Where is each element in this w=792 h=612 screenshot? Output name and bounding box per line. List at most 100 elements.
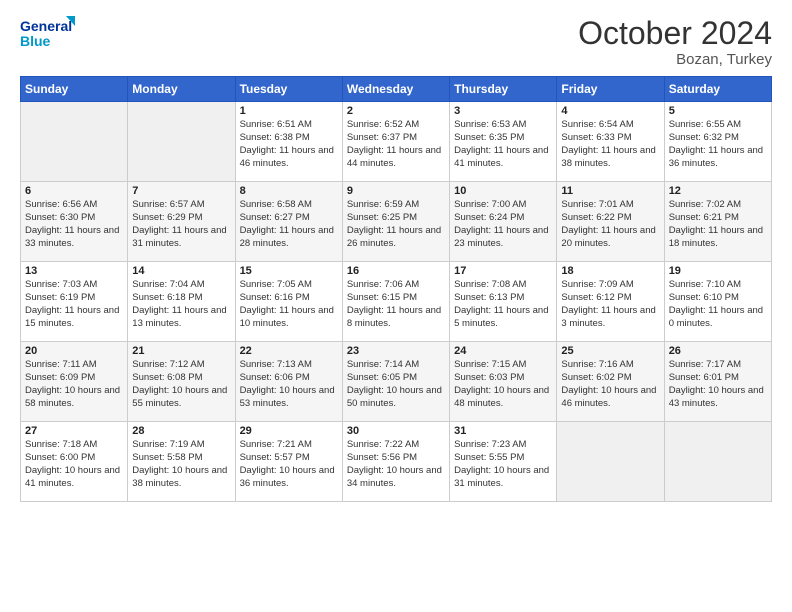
- day-number: 21: [132, 345, 230, 357]
- day-info: Sunrise: 7:14 AMSunset: 6:05 PMDaylight:…: [347, 359, 445, 410]
- table-cell: 8 Sunrise: 6:58 AMSunset: 6:27 PMDaylight…: [235, 182, 342, 262]
- day-info: Sunrise: 7:09 AMSunset: 6:12 PMDaylight:…: [561, 279, 659, 330]
- table-cell: 23 Sunrise: 7:14 AMSunset: 6:05 PMDayligh…: [342, 342, 449, 422]
- header-monday: Monday: [128, 77, 235, 102]
- header: General Blue October 2024 Bozan, Turkey: [20, 16, 772, 68]
- table-cell: 27 Sunrise: 7:18 AMSunset: 6:00 PMDayligh…: [21, 422, 128, 502]
- day-number: 4: [561, 105, 659, 117]
- table-cell: 2 Sunrise: 6:52 AMSunset: 6:37 PMDaylight…: [342, 102, 449, 182]
- day-number: 16: [347, 265, 445, 277]
- week-row-3: 13Sunrise: 7:03 AMSunset: 6:19 PMDayligh…: [21, 262, 772, 342]
- day-number: 14: [132, 265, 230, 277]
- table-cell: 21 Sunrise: 7:12 AMSunset: 6:08 PMDayligh…: [128, 342, 235, 422]
- logo: General Blue: [20, 16, 75, 56]
- table-cell: 1 Sunrise: 6:51 AMSunset: 6:38 PMDaylight…: [235, 102, 342, 182]
- header-wednesday: Wednesday: [342, 77, 449, 102]
- table-cell: 19 Sunrise: 7:10 AMSunset: 6:10 PMDayligh…: [664, 262, 771, 342]
- day-number: 17: [454, 265, 552, 277]
- day-number: 22: [240, 345, 338, 357]
- table-cell: 24 Sunrise: 7:15 AMSunset: 6:03 PMDayligh…: [450, 342, 557, 422]
- day-info: Sunrise: 7:12 AMSunset: 6:08 PMDaylight:…: [132, 359, 230, 410]
- table-cell: 13Sunrise: 7:03 AMSunset: 6:19 PMDayligh…: [21, 262, 128, 342]
- header-thursday: Thursday: [450, 77, 557, 102]
- day-number: 1: [240, 105, 338, 117]
- month-title: October 2024: [578, 16, 772, 51]
- day-number: 5: [669, 105, 767, 117]
- table-cell: 28 Sunrise: 7:19 AMSunset: 5:58 PMDayligh…: [128, 422, 235, 502]
- day-number: 3: [454, 105, 552, 117]
- table-cell: 22 Sunrise: 7:13 AMSunset: 6:06 PMDayligh…: [235, 342, 342, 422]
- table-cell: 18 Sunrise: 7:09 AMSunset: 6:12 PMDayligh…: [557, 262, 664, 342]
- page: General Blue October 2024 Bozan, Turkey …: [0, 0, 792, 612]
- table-cell: [557, 422, 664, 502]
- day-number: 28: [132, 425, 230, 437]
- day-number: 11: [561, 185, 659, 197]
- day-info: Sunrise: 7:06 AMSunset: 6:15 PMDaylight:…: [347, 279, 445, 330]
- table-cell: 16 Sunrise: 7:06 AMSunset: 6:15 PMDayligh…: [342, 262, 449, 342]
- table-cell: 9Sunrise: 6:59 AMSunset: 6:25 PMDaylight…: [342, 182, 449, 262]
- table-cell: 14 Sunrise: 7:04 AMSunset: 6:18 PMDayligh…: [128, 262, 235, 342]
- table-cell: 29Sunrise: 7:21 AMSunset: 5:57 PMDayligh…: [235, 422, 342, 502]
- day-info: Sunrise: 7:23 AMSunset: 5:55 PMDaylight:…: [454, 439, 552, 490]
- day-info: Sunrise: 7:03 AMSunset: 6:19 PMDaylight:…: [25, 279, 123, 330]
- day-number: 27: [25, 425, 123, 437]
- day-info: Sunrise: 7:19 AMSunset: 5:58 PMDaylight:…: [132, 439, 230, 490]
- day-number: 19: [669, 265, 767, 277]
- day-info: Sunrise: 6:56 AMSunset: 6:30 PMDaylight:…: [25, 199, 123, 250]
- generalblue-logo-icon: General Blue: [20, 16, 75, 56]
- day-info: Sunrise: 7:18 AMSunset: 6:00 PMDaylight:…: [25, 439, 123, 490]
- day-info: Sunrise: 7:04 AMSunset: 6:18 PMDaylight:…: [132, 279, 230, 330]
- day-info: Sunrise: 7:16 AMSunset: 6:02 PMDaylight:…: [561, 359, 659, 410]
- day-info: Sunrise: 7:13 AMSunset: 6:06 PMDaylight:…: [240, 359, 338, 410]
- day-info: Sunrise: 7:02 AMSunset: 6:21 PMDaylight:…: [669, 199, 767, 250]
- day-info: Sunrise: 7:01 AMSunset: 6:22 PMDaylight:…: [561, 199, 659, 250]
- day-info: Sunrise: 6:55 AMSunset: 6:32 PMDaylight:…: [669, 119, 767, 170]
- day-number: 8: [240, 185, 338, 197]
- table-cell: 10Sunrise: 7:00 AMSunset: 6:24 PMDayligh…: [450, 182, 557, 262]
- day-number: 25: [561, 345, 659, 357]
- weekday-header-row: Sunday Monday Tuesday Wednesday Thursday…: [21, 77, 772, 102]
- day-info: Sunrise: 6:58 AMSunset: 6:27 PMDaylight:…: [240, 199, 338, 250]
- table-cell: 3 Sunrise: 6:53 AMSunset: 6:35 PMDaylight…: [450, 102, 557, 182]
- title-section: October 2024 Bozan, Turkey: [578, 16, 772, 68]
- day-number: 23: [347, 345, 445, 357]
- table-cell: 12 Sunrise: 7:02 AMSunset: 6:21 PMDayligh…: [664, 182, 771, 262]
- day-number: 24: [454, 345, 552, 357]
- table-cell: 11 Sunrise: 7:01 AMSunset: 6:22 PMDayligh…: [557, 182, 664, 262]
- header-sunday: Sunday: [21, 77, 128, 102]
- day-number: 2: [347, 105, 445, 117]
- day-number: 18: [561, 265, 659, 277]
- day-number: 26: [669, 345, 767, 357]
- table-cell: 6 Sunrise: 6:56 AMSunset: 6:30 PMDaylight…: [21, 182, 128, 262]
- table-cell: 4 Sunrise: 6:54 AMSunset: 6:33 PMDaylight…: [557, 102, 664, 182]
- table-cell: 30Sunrise: 7:22 AMSunset: 5:56 PMDayligh…: [342, 422, 449, 502]
- day-info: Sunrise: 6:51 AMSunset: 6:38 PMDaylight:…: [240, 119, 338, 170]
- week-row-5: 27 Sunrise: 7:18 AMSunset: 6:00 PMDayligh…: [21, 422, 772, 502]
- week-row-1: 1 Sunrise: 6:51 AMSunset: 6:38 PMDaylight…: [21, 102, 772, 182]
- table-cell: 17Sunrise: 7:08 AMSunset: 6:13 PMDayligh…: [450, 262, 557, 342]
- table-cell: 5 Sunrise: 6:55 AMSunset: 6:32 PMDaylight…: [664, 102, 771, 182]
- calendar-table: Sunday Monday Tuesday Wednesday Thursday…: [20, 76, 772, 502]
- day-info: Sunrise: 7:00 AMSunset: 6:24 PMDaylight:…: [454, 199, 552, 250]
- day-info: Sunrise: 6:53 AMSunset: 6:35 PMDaylight:…: [454, 119, 552, 170]
- day-info: Sunrise: 7:05 AMSunset: 6:16 PMDaylight:…: [240, 279, 338, 330]
- day-info: Sunrise: 6:59 AMSunset: 6:25 PMDaylight:…: [347, 199, 445, 250]
- table-cell: 25 Sunrise: 7:16 AMSunset: 6:02 PMDayligh…: [557, 342, 664, 422]
- header-saturday: Saturday: [664, 77, 771, 102]
- week-row-4: 20 Sunrise: 7:11 AMSunset: 6:09 PMDayligh…: [21, 342, 772, 422]
- header-tuesday: Tuesday: [235, 77, 342, 102]
- day-info: Sunrise: 7:15 AMSunset: 6:03 PMDaylight:…: [454, 359, 552, 410]
- day-info: Sunrise: 6:54 AMSunset: 6:33 PMDaylight:…: [561, 119, 659, 170]
- table-cell: [128, 102, 235, 182]
- day-info: Sunrise: 6:57 AMSunset: 6:29 PMDaylight:…: [132, 199, 230, 250]
- day-info: Sunrise: 7:17 AMSunset: 6:01 PMDaylight:…: [669, 359, 767, 410]
- day-number: 6: [25, 185, 123, 197]
- day-info: Sunrise: 7:11 AMSunset: 6:09 PMDaylight:…: [25, 359, 123, 410]
- table-cell: [664, 422, 771, 502]
- day-info: Sunrise: 6:52 AMSunset: 6:37 PMDaylight:…: [347, 119, 445, 170]
- day-number: 12: [669, 185, 767, 197]
- day-number: 20: [25, 345, 123, 357]
- day-number: 29: [240, 425, 338, 437]
- table-cell: [21, 102, 128, 182]
- day-info: Sunrise: 7:10 AMSunset: 6:10 PMDaylight:…: [669, 279, 767, 330]
